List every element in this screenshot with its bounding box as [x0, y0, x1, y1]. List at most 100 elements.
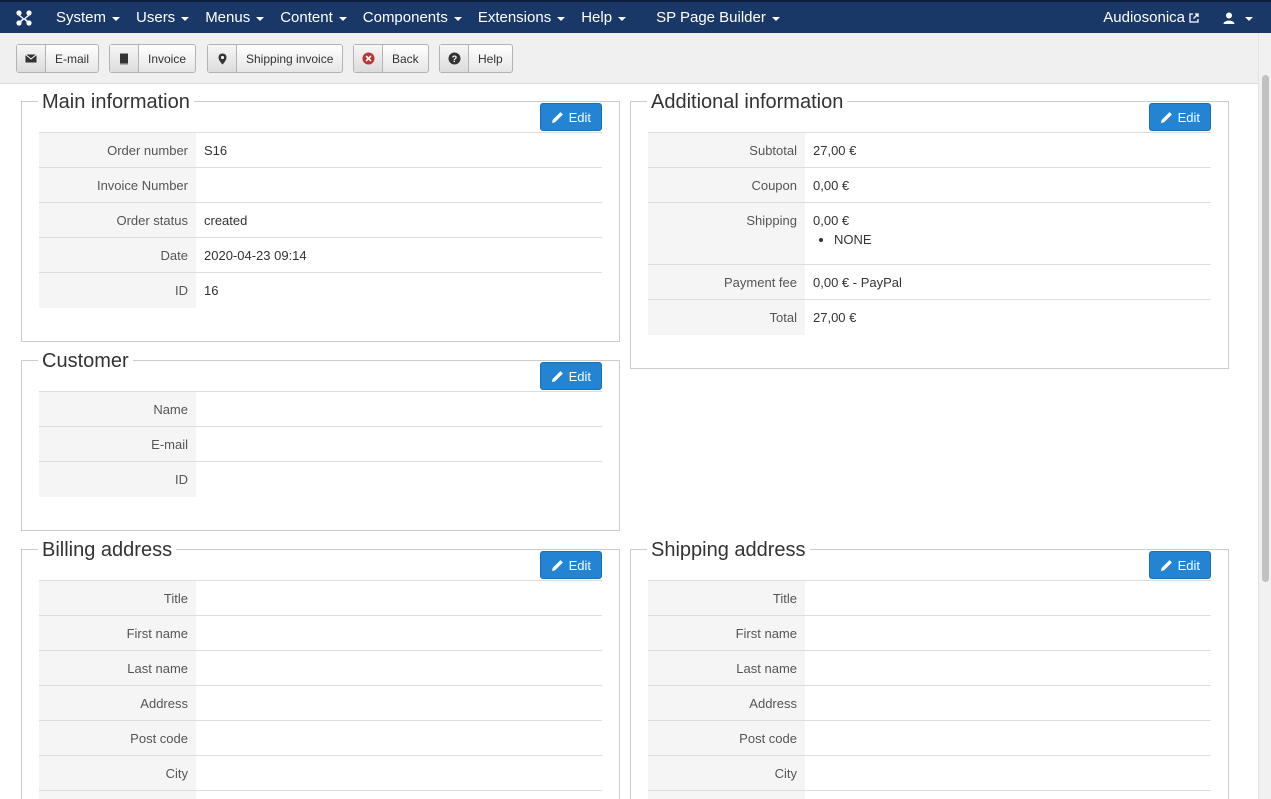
billing-address-edit-button[interactable]: Edit — [539, 551, 602, 579]
shipping-address-section: Shipping address Edit Title First name L… — [630, 538, 1229, 799]
page-scrollbar[interactable] — [1258, 33, 1271, 799]
billing-last-name-value — [196, 650, 602, 686]
envelope-icon — [17, 45, 46, 72]
menu-menus[interactable]: Menus — [197, 2, 272, 33]
row-label: Total — [648, 299, 805, 335]
billing-address-table: Title First name Last name Address Post … — [39, 580, 602, 799]
user-icon — [1223, 12, 1235, 24]
menu-users[interactable]: Users — [128, 2, 197, 33]
table-row: First name — [648, 615, 1211, 651]
scrollbar-thumb[interactable] — [1262, 75, 1269, 582]
additional-information-edit-button[interactable]: Edit — [1148, 103, 1211, 131]
customer-table: Name E-mail ID — [39, 391, 602, 497]
chevron-down-icon — [181, 16, 190, 21]
shipping-title-value — [805, 580, 1211, 616]
menu-components-label: Components — [362, 9, 448, 26]
table-row: E-mail — [39, 426, 602, 462]
invoice-button[interactable]: Invoice — [109, 44, 197, 73]
table-row: Total 27,00 € — [648, 299, 1211, 335]
billing-address-title: Billing address — [38, 538, 177, 562]
row-label: Order status — [39, 202, 196, 238]
email-button[interactable]: E-mail — [16, 44, 100, 73]
shipping-address-title: Shipping address — [647, 538, 810, 562]
billing-city-value — [196, 755, 602, 791]
row-label: City — [648, 755, 805, 791]
table-row: Shipping 0,00 € NONE — [648, 202, 1211, 265]
back-button[interactable]: Back — [353, 44, 429, 73]
id-value: 16 — [196, 272, 602, 308]
customer-id-value — [196, 461, 602, 497]
table-row: Order number S16 — [39, 132, 602, 168]
menu-sp-page-builder[interactable]: SP Page Builder — [648, 2, 788, 33]
row-value — [805, 790, 1211, 799]
shipping-address-edit-button[interactable]: Edit — [1148, 551, 1211, 579]
shipping-invoice-button[interactable]: Shipping invoice — [207, 44, 344, 73]
table-row — [648, 790, 1211, 799]
row-label: Payment fee — [648, 264, 805, 300]
row-label: Coupon — [648, 167, 805, 203]
menu-menus-label: Menus — [205, 9, 251, 26]
additional-information-title: Additional information — [647, 90, 848, 114]
customer-edit-button[interactable]: Edit — [539, 362, 602, 390]
shipping-method: NONE — [834, 232, 1211, 247]
row-label: Address — [39, 685, 196, 721]
additional-information-table: Subtotal 27,00 € Coupon 0,00 € Shipping 0,… — [648, 132, 1211, 335]
table-row: Title — [648, 580, 1211, 616]
toolbar: E-mail Invoice Shipping invoice Back ? H… — [0, 33, 1258, 84]
table-row: Address — [648, 685, 1211, 721]
chevron-down-icon — [1245, 16, 1253, 21]
billing-first-name-value — [196, 615, 602, 651]
menu-components[interactable]: Components — [355, 2, 470, 33]
external-link-icon — [1189, 12, 1199, 23]
row-label: Last name — [648, 650, 805, 686]
table-row: ID — [39, 461, 602, 497]
edit-label: Edit — [1177, 557, 1200, 573]
table-row: Title — [39, 580, 602, 616]
site-link[interactable]: Audiosonica — [1091, 9, 1211, 26]
pencil-icon — [551, 111, 563, 123]
billing-title-value — [196, 580, 602, 616]
shipping-invoice-button-label: Shipping invoice — [246, 51, 334, 66]
shipping-cell: 0,00 € NONE — [805, 202, 1211, 265]
table-row — [39, 790, 602, 799]
pencil-icon — [1160, 111, 1172, 123]
top-navbar: System Users Menus Content Components Ex… — [0, 0, 1271, 33]
map-pin-icon — [208, 45, 237, 72]
row-label: Title — [648, 580, 805, 616]
row-label: Name — [39, 391, 196, 427]
row-label: Subtotal — [648, 132, 805, 168]
payment-fee-value: 0,00 € - PayPal — [805, 264, 1211, 300]
help-button[interactable]: ? Help — [439, 44, 513, 73]
navbar-right: Audiosonica — [1091, 2, 1271, 33]
pencil-icon — [551, 559, 563, 571]
order-status-value: created — [196, 202, 602, 238]
menu-users-label: Users — [136, 9, 176, 26]
row-label: E-mail — [39, 426, 196, 462]
shipping-last-name-value — [805, 650, 1211, 686]
additional-information-section: Additional information Edit Subtotal 27,0… — [630, 90, 1229, 369]
edit-label: Edit — [568, 368, 591, 384]
row-label: ID — [39, 272, 196, 308]
help-button-label: Help — [478, 51, 503, 66]
user-menu[interactable] — [1211, 12, 1271, 24]
menu-content[interactable]: Content — [272, 2, 355, 33]
row-label: First name — [648, 615, 805, 651]
book-icon — [110, 45, 139, 72]
customer-section: Customer Edit Name E-mail ID — [21, 349, 620, 531]
joomla-logo-icon[interactable] — [0, 2, 48, 33]
invoice-button-label: Invoice — [148, 51, 187, 66]
table-row: City — [39, 755, 602, 791]
table-row: City — [648, 755, 1211, 791]
main-information-edit-button[interactable]: Edit — [539, 103, 602, 131]
shipping-address-table: Title First name Last name Address Post … — [648, 580, 1211, 799]
menu-extensions[interactable]: Extensions — [470, 2, 573, 33]
table-row: ID 16 — [39, 272, 602, 308]
main-information-table: Order number S16 Invoice Number Order sta… — [39, 132, 602, 308]
chevron-down-icon — [338, 16, 347, 21]
menu-help[interactable]: Help — [573, 2, 634, 33]
menu-system[interactable]: System — [48, 2, 128, 33]
order-number-value: S16 — [196, 132, 602, 168]
date-value: 2020-04-23 09:14 — [196, 237, 602, 273]
row-label — [39, 790, 196, 799]
row-label: ID — [39, 461, 196, 497]
